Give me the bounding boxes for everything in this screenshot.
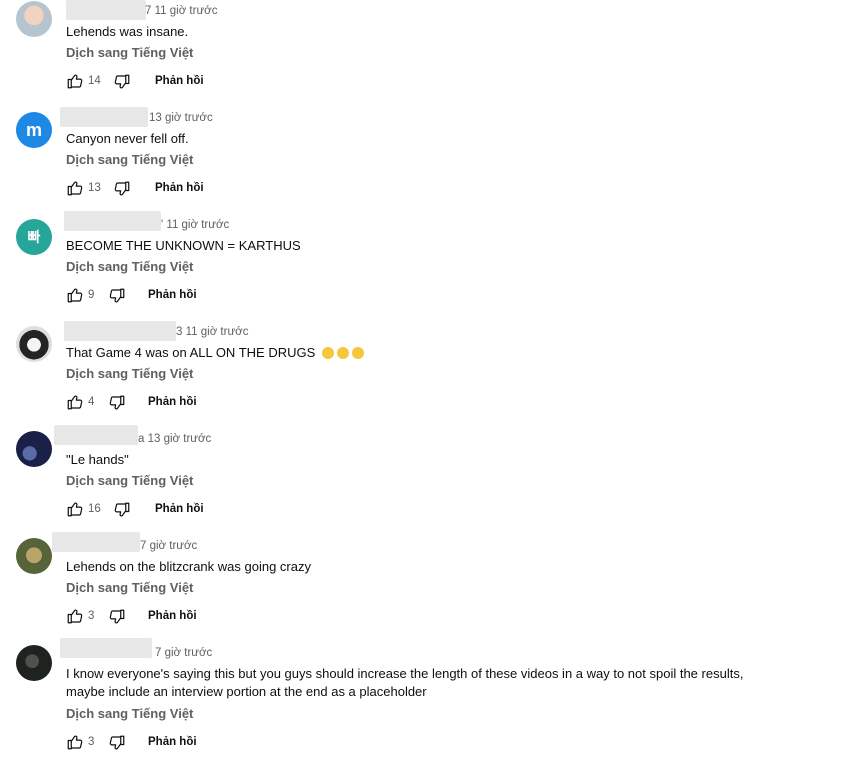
thumbs-up-icon[interactable] xyxy=(66,733,84,751)
author-name-redacted[interactable] xyxy=(66,0,146,20)
avatar[interactable]: m xyxy=(16,112,52,148)
timestamp[interactable]: 13 giờ trước xyxy=(149,111,213,125)
translate-link[interactable]: Dịch sang Tiếng Việt xyxy=(66,45,193,61)
thumbs-down-icon[interactable] xyxy=(113,73,131,91)
reply-button[interactable]: Phản hồi xyxy=(155,75,204,87)
author-name-redacted[interactable] xyxy=(64,211,161,231)
author-name-redacted[interactable] xyxy=(60,107,148,127)
timestamp[interactable]: 7 giờ trước xyxy=(140,539,197,553)
comment-text: "Le hands" xyxy=(66,452,129,467)
thumbs-up-icon[interactable] xyxy=(66,607,84,625)
avatar[interactable]: 빠 xyxy=(16,219,52,255)
thumbs-down-icon[interactable] xyxy=(113,501,131,519)
comment-actions: 13 Phản hồi xyxy=(66,179,266,199)
comment-text: BECOME THE UNKNOWN = KARTHUS xyxy=(66,238,301,253)
comment-actions: 16 Phản hồi xyxy=(66,500,266,520)
comment-actions: 14 Phản hồi xyxy=(66,72,266,92)
reply-button[interactable]: Phản hồi xyxy=(155,503,204,515)
timestamp[interactable]: 7 11 giờ trước xyxy=(145,4,217,18)
timestamp[interactable]: ' 11 giờ trước xyxy=(161,218,229,232)
avatar[interactable] xyxy=(16,326,52,362)
author-name-redacted[interactable] xyxy=(54,425,138,445)
timestamp[interactable]: 7 giờ trước xyxy=(155,646,212,660)
thumbs-down-icon[interactable] xyxy=(108,734,126,752)
translate-link[interactable]: Dịch sang Tiếng Việt xyxy=(66,366,193,382)
like-count: 13 xyxy=(88,182,101,194)
translate-link[interactable]: Dịch sang Tiếng Việt xyxy=(66,152,193,168)
comment-actions: 3 Phản hồi xyxy=(66,733,266,753)
timestamp[interactable]: 3 11 giờ trước xyxy=(176,325,248,339)
thumbs-down-icon[interactable] xyxy=(108,394,126,412)
avatar[interactable] xyxy=(16,1,52,37)
comment-text: Lehends on the blitzcrank was going craz… xyxy=(66,559,311,574)
reply-button[interactable]: Phản hồi xyxy=(148,736,197,748)
translate-link[interactable]: Dịch sang Tiếng Việt xyxy=(66,473,193,489)
comment-text: Lehends was insane. xyxy=(66,24,189,39)
reply-button[interactable]: Phản hồi xyxy=(148,396,197,408)
timestamp[interactable]: a 13 giờ trước xyxy=(138,432,211,446)
like-count: 14 xyxy=(88,75,101,87)
comment-text: Canyon never fell off. xyxy=(66,131,189,146)
like-count: 4 xyxy=(88,396,95,408)
thumbs-down-icon[interactable] xyxy=(108,608,126,626)
comment-actions: 4 Phản hồi xyxy=(66,393,266,413)
translate-link[interactable]: Dịch sang Tiếng Việt xyxy=(66,706,193,722)
like-count: 3 xyxy=(88,736,95,748)
author-name-redacted[interactable] xyxy=(60,638,152,658)
comment-actions: 3 Phản hồi xyxy=(66,607,266,627)
reply-button[interactable]: Phản hồi xyxy=(155,182,204,194)
reply-button[interactable]: Phản hồi xyxy=(148,610,197,622)
comments-section: 7 11 giờ trước Lehends was insane. Dịch … xyxy=(0,0,842,757)
reply-button[interactable]: Phản hồi xyxy=(148,289,197,301)
like-count: 16 xyxy=(88,503,101,515)
author-name-redacted[interactable] xyxy=(64,321,176,341)
avatar[interactable] xyxy=(16,645,52,681)
like-count: 9 xyxy=(88,289,95,301)
author-name-redacted[interactable] xyxy=(52,532,140,552)
avatar[interactable] xyxy=(16,538,52,574)
face-with-tears-of-joy-icon xyxy=(336,347,349,359)
thumbs-up-icon[interactable] xyxy=(66,393,84,411)
like-count: 3 xyxy=(88,610,95,622)
thumbs-down-icon[interactable] xyxy=(108,287,126,305)
thumbs-up-icon[interactable] xyxy=(66,72,84,90)
translate-link[interactable]: Dịch sang Tiếng Việt xyxy=(66,580,193,596)
face-with-tears-of-joy-icon xyxy=(351,347,364,359)
avatar[interactable] xyxy=(16,431,52,467)
thumbs-down-icon[interactable] xyxy=(113,180,131,198)
thumbs-up-icon[interactable] xyxy=(66,500,84,518)
comment-text: That Game 4 was on ALL ON THE DRUGS xyxy=(66,344,781,362)
thumbs-up-icon[interactable] xyxy=(66,286,84,304)
comment-text: I know everyone's saying this but you gu… xyxy=(66,666,744,699)
thumbs-up-icon[interactable] xyxy=(66,179,84,197)
comment-actions: 9 Phản hồi xyxy=(66,286,266,306)
translate-link[interactable]: Dịch sang Tiếng Việt xyxy=(66,259,193,275)
face-with-tears-of-joy-icon xyxy=(321,347,334,359)
